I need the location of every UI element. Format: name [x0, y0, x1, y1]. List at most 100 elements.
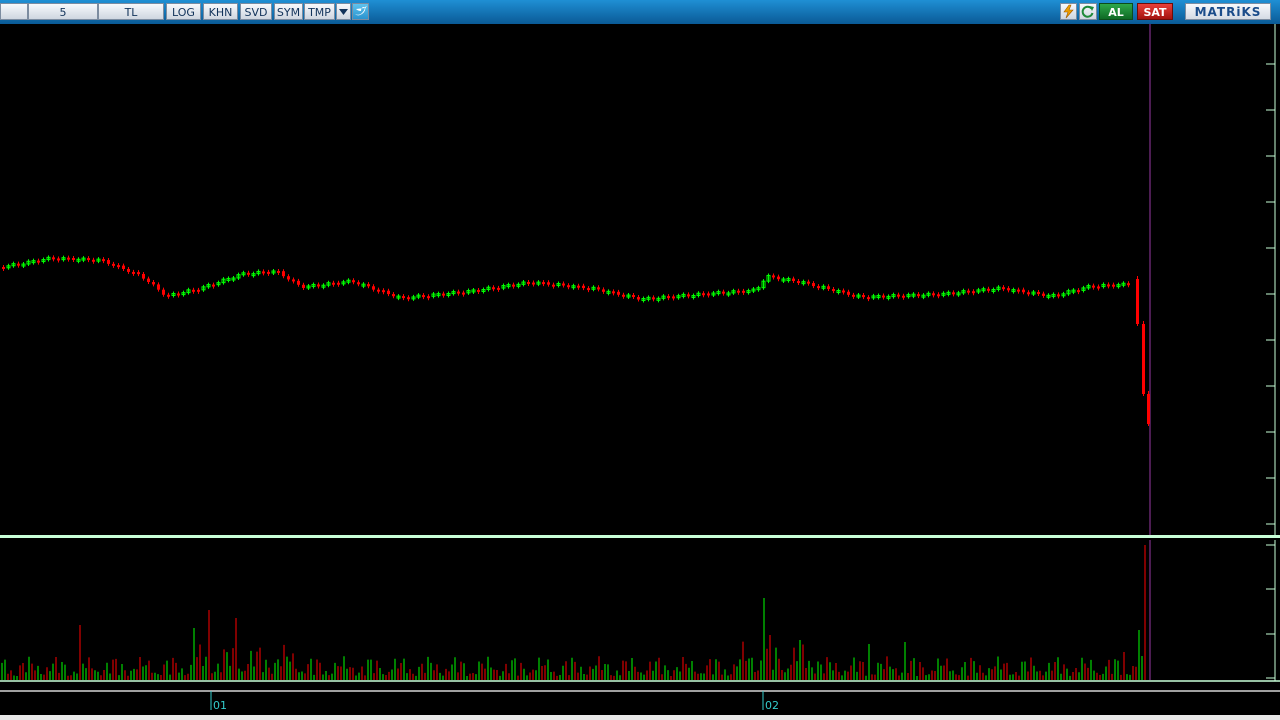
candle-body — [882, 295, 885, 298]
candle-body — [552, 284, 555, 287]
candle-body — [987, 288, 990, 291]
candle-body — [917, 294, 920, 297]
candle-body — [667, 296, 670, 299]
candle-body — [132, 271, 135, 274]
candle-body — [387, 290, 390, 295]
candle-body — [867, 297, 870, 300]
toolbar-left-segment[interactable] — [0, 3, 28, 20]
candle-body — [577, 285, 580, 288]
candle-body — [632, 295, 635, 298]
candle-body — [542, 282, 545, 285]
candle-body — [2, 267, 5, 269]
twitter-bird-icon — [355, 6, 367, 16]
candle-body — [67, 257, 70, 260]
candle-body — [297, 280, 300, 285]
chart-toolbar: 5 TL LOG KHN SVD SYM TMP AL SAT MATRiKS — [0, 0, 1280, 25]
candle-body — [152, 282, 155, 285]
candle-body — [337, 282, 340, 285]
candle-body — [427, 296, 430, 299]
candle-body — [142, 273, 145, 279]
candle-body — [382, 290, 385, 293]
candle-body — [897, 294, 900, 297]
candle-body — [832, 289, 835, 292]
candle-body — [637, 297, 640, 300]
candle-body — [1097, 286, 1100, 289]
buy-button[interactable]: AL — [1099, 3, 1133, 20]
candle-body — [1092, 285, 1095, 288]
candle-body — [817, 286, 820, 289]
candle-body — [842, 290, 845, 293]
candle-body — [87, 258, 90, 261]
candle-body — [157, 284, 160, 290]
candle-body — [807, 281, 810, 284]
candle-body — [1017, 289, 1020, 292]
candle-body — [422, 295, 425, 298]
candle-body — [497, 287, 500, 290]
refresh-icon — [1081, 5, 1094, 18]
candle-body — [612, 291, 615, 294]
time-axis: 01 02 — [0, 690, 1280, 720]
candle-body — [122, 265, 125, 269]
candle-body — [792, 278, 795, 282]
candle-body — [772, 275, 775, 278]
log-button[interactable]: LOG — [166, 3, 201, 20]
candle-body — [702, 293, 705, 296]
candle-body — [1136, 279, 1139, 324]
candle-body — [862, 295, 865, 298]
candle-body — [262, 271, 265, 274]
candle-body — [212, 284, 215, 287]
price-chart[interactable] — [0, 24, 1280, 536]
candle-body — [777, 276, 780, 280]
candle-body — [672, 296, 675, 299]
refresh-button[interactable] — [1079, 3, 1097, 20]
candle-body — [617, 291, 620, 295]
candle-body — [377, 289, 380, 292]
sell-button[interactable]: SAT — [1137, 3, 1173, 20]
candle-body — [277, 270, 280, 273]
candle-body — [902, 295, 905, 298]
pane-divider[interactable] — [0, 535, 1280, 538]
candle-body — [827, 286, 830, 290]
candle-body — [332, 282, 335, 285]
candle-body — [457, 291, 460, 294]
candle-body — [162, 289, 165, 295]
candle-body — [442, 293, 445, 296]
candle-body — [1112, 284, 1115, 287]
candle-body — [687, 294, 690, 297]
alert-button[interactable] — [1060, 3, 1077, 20]
candle-body — [567, 285, 570, 288]
candle-body — [1057, 294, 1060, 297]
sym-button[interactable]: SYM — [274, 3, 303, 20]
svd-button[interactable]: SVD — [240, 3, 272, 20]
candle-body — [847, 291, 850, 295]
twitter-button[interactable] — [352, 3, 369, 20]
candle-body — [462, 292, 465, 295]
candle-body — [37, 260, 40, 263]
candle-body — [622, 294, 625, 297]
candle-body — [937, 294, 940, 297]
volume-chart[interactable] — [0, 540, 1280, 685]
candle-body — [147, 278, 150, 283]
tmp-button[interactable]: TMP — [304, 3, 335, 20]
candle-body — [192, 289, 195, 292]
candle-body — [287, 276, 290, 280]
candle-body — [107, 260, 110, 264]
candle-body — [137, 272, 140, 275]
candle-body — [1027, 292, 1030, 295]
candle-body — [932, 293, 935, 296]
currency-button[interactable]: TL — [98, 3, 164, 20]
candle-body — [652, 297, 655, 300]
candle-body — [367, 284, 370, 287]
dropdown-arrow-button[interactable] — [336, 3, 351, 20]
candle-body — [547, 282, 550, 285]
khn-button[interactable]: KHN — [203, 3, 238, 20]
horizontal-scrollbar[interactable] — [0, 715, 1280, 720]
candle-body — [562, 283, 565, 286]
candle-body — [737, 290, 740, 293]
period-button[interactable]: 5 — [28, 3, 98, 20]
candle-body — [1007, 288, 1010, 291]
candle-body — [1077, 290, 1080, 293]
candle-body — [1147, 394, 1150, 424]
candle-body — [1142, 324, 1145, 394]
time-label-02: 02 — [765, 699, 779, 712]
